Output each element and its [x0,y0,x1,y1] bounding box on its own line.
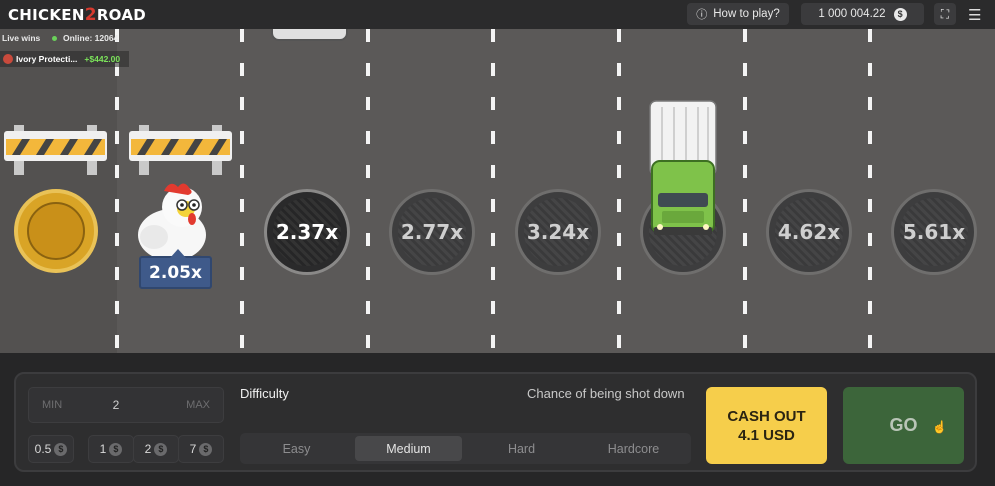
multiplier-label: 5.61x [902,220,966,244]
road-area: Live wins Online: 12064 Ivory Protecti..… [0,29,995,353]
quick-bet-button[interactable]: 0.5 $ [28,435,74,463]
difficulty-hard[interactable]: Hard [468,436,575,461]
roast-chicken-coin-icon [14,189,98,273]
online-count: Online: 12064 [52,33,118,43]
quick-bet-button[interactable]: 2 $ [133,435,179,463]
lane-divider [491,29,495,353]
dollar-coin-icon: $ [199,442,213,456]
go-label: GO [889,415,918,435]
info-icon: ⓘ [696,9,708,21]
lane-divider [240,29,244,353]
quick-bet-value: 1 [99,442,107,456]
balance-display: 1 000 004.22 $ [801,3,924,25]
difficulty-hardcore[interactable]: Hardcore [580,436,687,461]
current-multiplier-tag: 2.05x [139,249,212,289]
lane-divider [617,29,621,353]
cash-out-button[interactable]: CASH OUT 4.1 USD [706,387,827,464]
fullscreen-button[interactable]: ⛶ [934,3,956,25]
road-barrier-icon [4,125,107,175]
bet-max-button[interactable]: MAX [186,399,210,411]
live-wins-label: Live wins [2,33,41,43]
multiplier-label: 4.62x [777,220,841,244]
online-label: Online: 12064 [63,33,119,43]
winner-name: Ivory Protecti... [16,54,78,64]
bet-amount-input[interactable]: MIN 2 MAX [28,387,224,423]
quick-bet-value: 0.5 [34,442,52,456]
live-win-row: Ivory Protecti... +$442.00 [0,51,129,67]
how-to-play-label: How to play? [713,8,780,20]
difficulty-selector: Easy Medium Hard Hardcore [240,433,691,464]
manhole-multiplier[interactable]: 4.62x [766,189,852,275]
lane-divider [743,29,747,353]
lane-divider [366,29,370,353]
quick-bet-value: 2 [144,442,152,456]
multiplier-label: 2.77x [400,220,464,244]
manhole-multiplier[interactable]: 2.37x [264,189,350,275]
game-logo: CHICKEN2ROAD [8,5,146,25]
cash-out-amount: 4.1 USD [738,426,795,444]
road-barrier-icon [129,125,232,175]
lane-divider [868,29,872,353]
bet-value[interactable]: 2 [19,398,213,412]
top-bar: CHICKEN2ROAD ⓘ How to play? 1 000 004.22… [0,0,995,29]
dollar-coin-icon: $ [109,442,123,456]
difficulty-easy[interactable]: Easy [243,436,350,461]
dollar-coin-icon: $ [154,442,168,456]
chance-label: Chance of being shot down [527,386,685,401]
win-amount: +$442.00 [84,54,121,64]
dollar-coin-icon: $ [893,7,907,21]
difficulty-medium[interactable]: Medium [355,436,462,461]
truck-icon [649,100,717,235]
balance-value: 1 000 004.22 [818,8,886,20]
quick-bet-button[interactable]: 7 $ [178,435,224,463]
avatar [3,54,13,64]
multiplier-label: 3.24x [526,220,590,244]
menu-icon[interactable]: ☰ [968,6,981,24]
quick-bet-value: 7 [189,442,197,456]
multiplier-label: 2.37x [275,220,339,244]
manhole-multiplier[interactable]: 3.24x [515,189,601,275]
quick-bet-button[interactable]: 1 $ [88,435,134,463]
lane-divider [115,29,119,353]
difficulty-label: Difficulty [240,386,289,401]
cash-out-label: CASH OUT [727,407,806,425]
fullscreen-icon: ⛶ [940,6,950,21]
manhole-multiplier[interactable]: 2.77x [389,189,475,275]
online-dot-icon [52,36,57,42]
manhole-multiplier[interactable]: 5.61x [891,189,977,275]
dollar-coin-icon: $ [54,442,68,456]
how-to-play-button[interactable]: ⓘ How to play? [687,3,789,25]
car-top [271,29,348,41]
pointer-cursor-icon: ☝ [932,420,947,434]
